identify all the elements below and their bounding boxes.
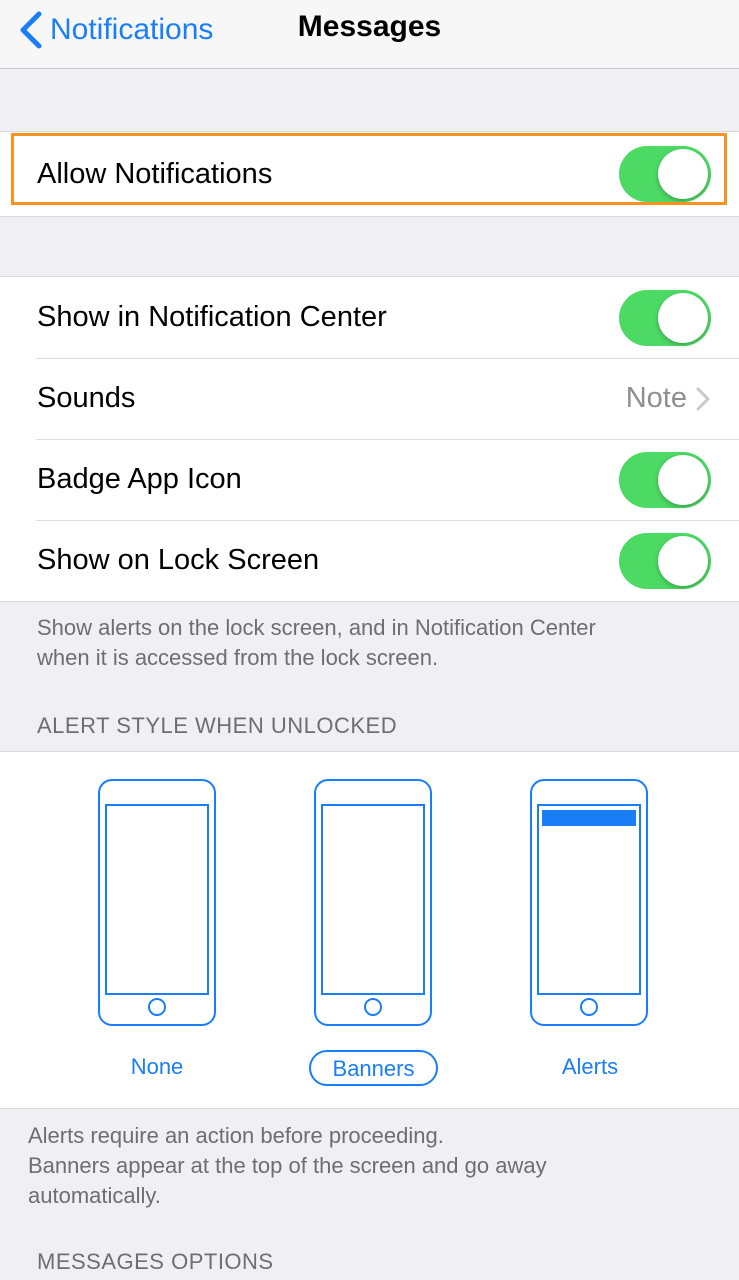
page-title: Messages <box>297 10 442 43</box>
alert-style-none-option[interactable] <box>98 779 216 1026</box>
alert-style-footer: Alerts require an action before proceedi… <box>28 1121 547 1211</box>
alert-style-alerts-option[interactable] <box>530 779 648 1026</box>
show-on-lock-screen-toggle[interactable] <box>619 532 711 589</box>
badge-app-icon-toggle[interactable] <box>619 451 711 508</box>
footer-line: when it is accessed from the lock screen… <box>37 645 439 670</box>
sounds-value: Note <box>625 382 687 414</box>
footer-line: Banners appear at the top of the screen … <box>28 1153 547 1178</box>
notification-settings-group: Show in Notification Center Sounds Note … <box>0 276 739 602</box>
phone-screen <box>537 804 641 995</box>
messages-options-header: MESSAGES OPTIONS <box>37 1249 274 1274</box>
home-button-icon <box>580 998 598 1016</box>
show-in-notification-center-label: Show in Notification Center <box>37 301 387 333</box>
sounds-row[interactable]: Sounds Note <box>0 358 739 439</box>
home-button-icon <box>364 998 382 1016</box>
show-on-lock-screen-label: Show on Lock Screen <box>37 544 320 576</box>
phone-screen <box>105 804 209 995</box>
allow-notifications-group: Allow Notifications <box>0 131 739 217</box>
alert-style-alerts-label[interactable]: Alerts <box>540 1050 640 1086</box>
footer-line: Show alerts on the lock screen, and in N… <box>37 615 596 640</box>
show-in-notification-center-toggle[interactable] <box>619 289 711 346</box>
toggle-knob <box>658 454 708 505</box>
alert-style-banners-label[interactable]: Banners <box>309 1050 438 1086</box>
badge-app-icon-row: Badge App Icon <box>0 439 739 520</box>
sounds-label: Sounds <box>37 382 136 414</box>
toggle-knob <box>658 149 708 199</box>
allow-notifications-row: Allow Notifications <box>0 132 739 216</box>
toggle-knob <box>658 292 708 343</box>
phone-screen <box>321 804 425 995</box>
show-on-lock-screen-row: Show on Lock Screen <box>0 520 739 601</box>
allow-notifications-toggle[interactable] <box>619 146 711 202</box>
toggle-knob <box>658 535 708 586</box>
navigation-bar: Notifications Messages <box>0 0 739 69</box>
show-in-notification-center-row: Show in Notification Center <box>0 277 739 358</box>
badge-app-icon-label: Badge App Icon <box>37 463 242 495</box>
allow-notifications-label: Allow Notifications <box>37 157 273 190</box>
footer-line: automatically. <box>28 1183 161 1208</box>
chevron-right-icon <box>696 387 710 410</box>
home-button-icon <box>148 998 166 1016</box>
alert-style-banners-option[interactable] <box>314 779 432 1026</box>
alert-style-header: ALERT STYLE WHEN UNLOCKED <box>37 713 398 738</box>
footer-line: Alerts require an action before proceedi… <box>28 1123 444 1148</box>
alert-banner-icon <box>542 810 636 826</box>
alert-style-none-label[interactable]: None <box>107 1050 207 1086</box>
lock-screen-footer: Show alerts on the lock screen, and in N… <box>37 613 596 673</box>
